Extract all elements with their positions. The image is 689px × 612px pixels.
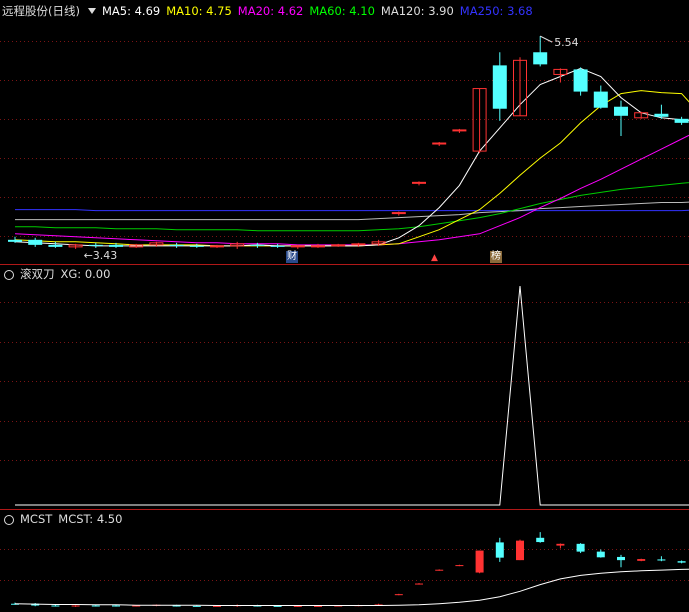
mini-candle-body <box>495 542 504 558</box>
mini-candle-body <box>596 551 605 558</box>
xg-line <box>15 285 689 506</box>
mini-candle-body <box>213 605 221 607</box>
mini-candle-body <box>556 543 565 546</box>
financial-badge[interactable]: 财 <box>286 251 298 263</box>
candle-body <box>48 244 63 247</box>
mini-candle-body <box>617 556 625 561</box>
main-panel-header: 远程股份(日线) MA5: 4.69 MA10: 4.75 MA20: 4.62 MA6… <box>2 3 539 19</box>
mini-candle-body <box>273 605 282 607</box>
mini-candle-body <box>192 605 201 607</box>
ma5-label: MA5: 4.69 <box>101 4 161 18</box>
mini-candle-body <box>51 605 60 607</box>
candle-body <box>270 245 285 247</box>
mini-candle-body <box>71 605 80 607</box>
xg-panel-header: 滚双刀 XG: 0.00 <box>2 266 116 282</box>
mcst-value-label: MCST: 4.50 <box>58 512 123 526</box>
candle-body <box>109 244 123 247</box>
ma250-line <box>15 209 689 212</box>
stock-title[interactable]: 远程股份(日线) <box>2 4 80 18</box>
mini-candle-body <box>293 605 302 607</box>
ma10-label: MA10: 4.75 <box>166 4 232 18</box>
candle-body <box>28 239 43 245</box>
ma120-label: MA120: 3.90 <box>380 4 454 18</box>
candle-body <box>614 106 628 116</box>
chart-stage: 5.54 ←3.43 远程股份(日线) MA5: 4.69 MA10: 4.75 MA2… <box>0 0 689 612</box>
mini-candle-body <box>475 550 484 573</box>
candle-body <box>654 113 669 117</box>
mini-candle-body <box>394 594 403 596</box>
mini-candle-body <box>637 559 646 561</box>
candle-body <box>250 244 265 246</box>
ma20-label: MA20: 4.62 <box>237 4 304 18</box>
ranking-badge[interactable]: 榜 <box>490 251 502 263</box>
candle-body <box>573 69 588 92</box>
ma250-label: MA250: 3.68 <box>459 4 533 18</box>
candle-body <box>311 245 325 248</box>
mini-candle-body <box>576 543 585 552</box>
ma20-line <box>14 134 689 246</box>
mini-candle-body <box>657 559 666 561</box>
candle-body <box>533 52 548 65</box>
mini-candle-body <box>455 565 464 567</box>
mini-candle-body <box>112 605 120 607</box>
xg-value-label: XG: 0.00 <box>60 267 111 281</box>
candle-body <box>674 118 689 123</box>
mini-candle-body <box>536 537 545 543</box>
xg-indicator-name[interactable]: 滚双刀 <box>20 267 55 281</box>
ma60-label: MA60: 4.10 <box>309 4 375 18</box>
settings-circle-icon[interactable] <box>4 269 14 280</box>
mini-candle-body <box>91 605 100 607</box>
high-pointer-line <box>539 35 553 43</box>
mcst-indicator-name[interactable]: MCST <box>20 512 52 526</box>
candle-body <box>88 244 103 246</box>
mini-candle-body <box>435 569 444 571</box>
mini-candle-body <box>314 605 322 607</box>
settings-circle-icon[interactable] <box>4 514 14 525</box>
up-arrow-icon: ▲ <box>431 253 438 263</box>
mcst-panel-header: MCST MCST: 4.50 <box>2 511 128 527</box>
mini-candle-body <box>677 561 686 563</box>
low-price-label: ←3.43 <box>84 249 118 262</box>
ma10-line <box>14 90 689 247</box>
candle-body <box>593 91 608 108</box>
candle-body <box>492 65 507 109</box>
candle-body <box>8 239 22 242</box>
high-price-label: 5.54 <box>554 36 579 49</box>
candle-body <box>169 244 184 246</box>
dropdown-triangle-icon[interactable] <box>87 8 96 14</box>
mini-candle-body <box>516 540 524 561</box>
mini-candle-body <box>415 583 423 585</box>
candle-body <box>189 245 204 247</box>
mcst-line <box>14 568 689 606</box>
